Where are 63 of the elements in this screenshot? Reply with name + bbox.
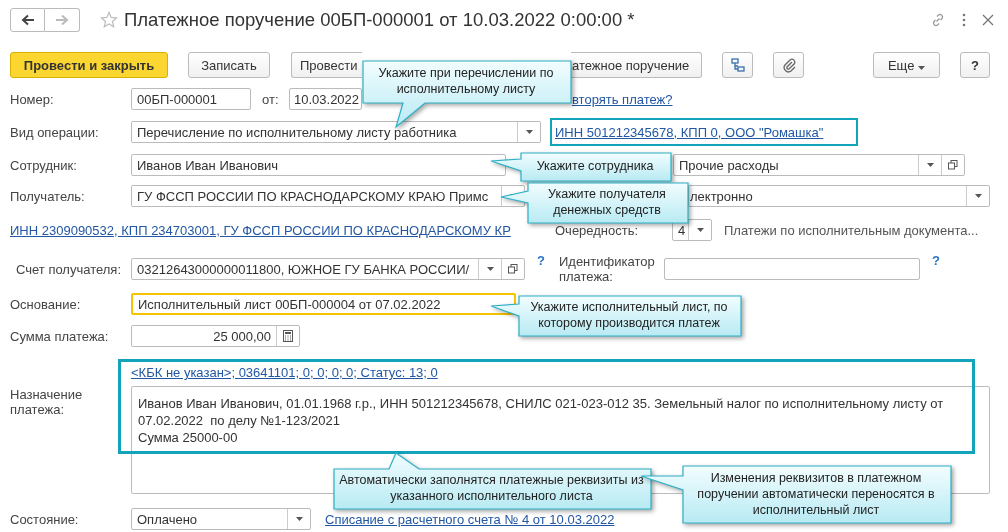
structure-button[interactable] [722,52,753,78]
hint-tooltip: Укажите получателя денежных средств [500,182,689,224]
help-link[interactable]: ? [537,253,545,268]
expense-dropdown[interactable]: Прочие расходы [673,154,965,176]
caret-icon [918,65,925,70]
calculator-icon[interactable] [283,330,293,342]
payment-method-dropdown[interactable]: лектронно [688,185,990,207]
amount-field[interactable]: 25 000,00 [131,325,300,347]
field-label: Сумма платежа: [10,328,110,344]
left-arrow-icon [20,14,35,26]
field-label: от: [262,91,280,107]
paperclip-icon [781,57,796,73]
caret-icon [974,194,982,198]
caret-icon [696,228,704,232]
back-button[interactable] [10,8,45,32]
budget-codes-link[interactable]: <КБК не указан>; 03641101; 0; 0; 0; 0; Статус: 13; 0 [131,365,438,380]
recipient-link[interactable]: ИНН 2309090532, КПП 234703001, ГУ ФССП РОССИИ ПО КРАСНОДАРСКОМУ КР [10,222,511,238]
field-label: Назначение платежа: [10,387,84,419]
caret-icon [926,163,934,167]
date-field[interactable]: 10.03.2022 [289,88,362,110]
more-icon[interactable] [962,13,966,27]
field-label: Счет получателя: [15,261,122,277]
field-label: Идентификатор платежа: [558,254,656,284]
write-off-link[interactable]: Списание с расчетного счета № 4 от 10.03.2022 [325,511,615,527]
field-label: Очередность: [555,222,640,238]
caret-icon [295,517,303,521]
open-window-icon[interactable] [948,160,958,170]
employee-field[interactable]: Иванов Иван Иванович [131,154,506,176]
hint-tooltip: Автоматически заполнятся платежные реквизиты из указанного исполнительного листа [333,452,652,510]
toolbar-button[interactable]: атежное поручение [571,52,702,78]
account-dropdown[interactable]: 03212643000000011800, ЮЖНОЕ ГУ БАНКА РОССИИ/ [131,258,525,280]
toolbar-button[interactable]: Записать [188,52,270,78]
toolbar-button[interactable]: Провести [291,52,362,78]
recipient-dropdown[interactable]: ГУ ФССП РОССИИ ПО КРАСНОДАРСКОМУ КРАЮ Примс [131,185,525,207]
field-label: Основание: [10,296,82,312]
priority-description: Платежи по исполнительным документа... [724,222,979,238]
attach-button[interactable] [773,52,804,78]
field-label: Состояние: [10,511,80,527]
field-label: Номер: [10,91,55,107]
open-window-icon[interactable] [508,264,518,274]
help-button[interactable]: ? [960,52,990,78]
operation-dropdown[interactable]: Перечисление по исполнительному листу работника [131,121,541,143]
hint-tooltip: Укажите сотрудника [490,152,672,182]
payment-id-field[interactable] [663,258,920,280]
field-label: Получатель: [10,188,86,204]
star-icon[interactable] [100,11,118,29]
field-label: Сотрудник: [10,157,78,173]
field-label: Вид операции: [10,124,100,140]
link-icon[interactable] [930,12,946,28]
help-link[interactable]: ? [931,253,940,268]
toolbar-button[interactable]: Провести и закрыть [10,52,168,78]
close-icon[interactable] [982,14,994,26]
repeat-payment-link[interactable]: вторять платеж? [572,91,673,107]
basis-field[interactable]: Исполнительный лист 00БП-000004 от 07.02.2022 [131,293,516,315]
caret-icon [486,267,494,271]
number-field[interactable]: 00БП-000001 [131,88,251,110]
right-arrow-icon [55,14,69,26]
hint-tooltip: Укажите при перечислении по исполнительному листу [362,60,572,128]
status-dropdown[interactable]: Оплачено [131,508,311,530]
hint-tooltip: Укажите исполнительный лист, по которому производится платеж [490,295,742,337]
more-button[interactable]: Еще [872,52,940,78]
window-title: Платежное поручение 00БП-000001 от 10.03.2022 0:00:00 * [124,9,635,31]
hierarchy-icon [729,57,746,73]
